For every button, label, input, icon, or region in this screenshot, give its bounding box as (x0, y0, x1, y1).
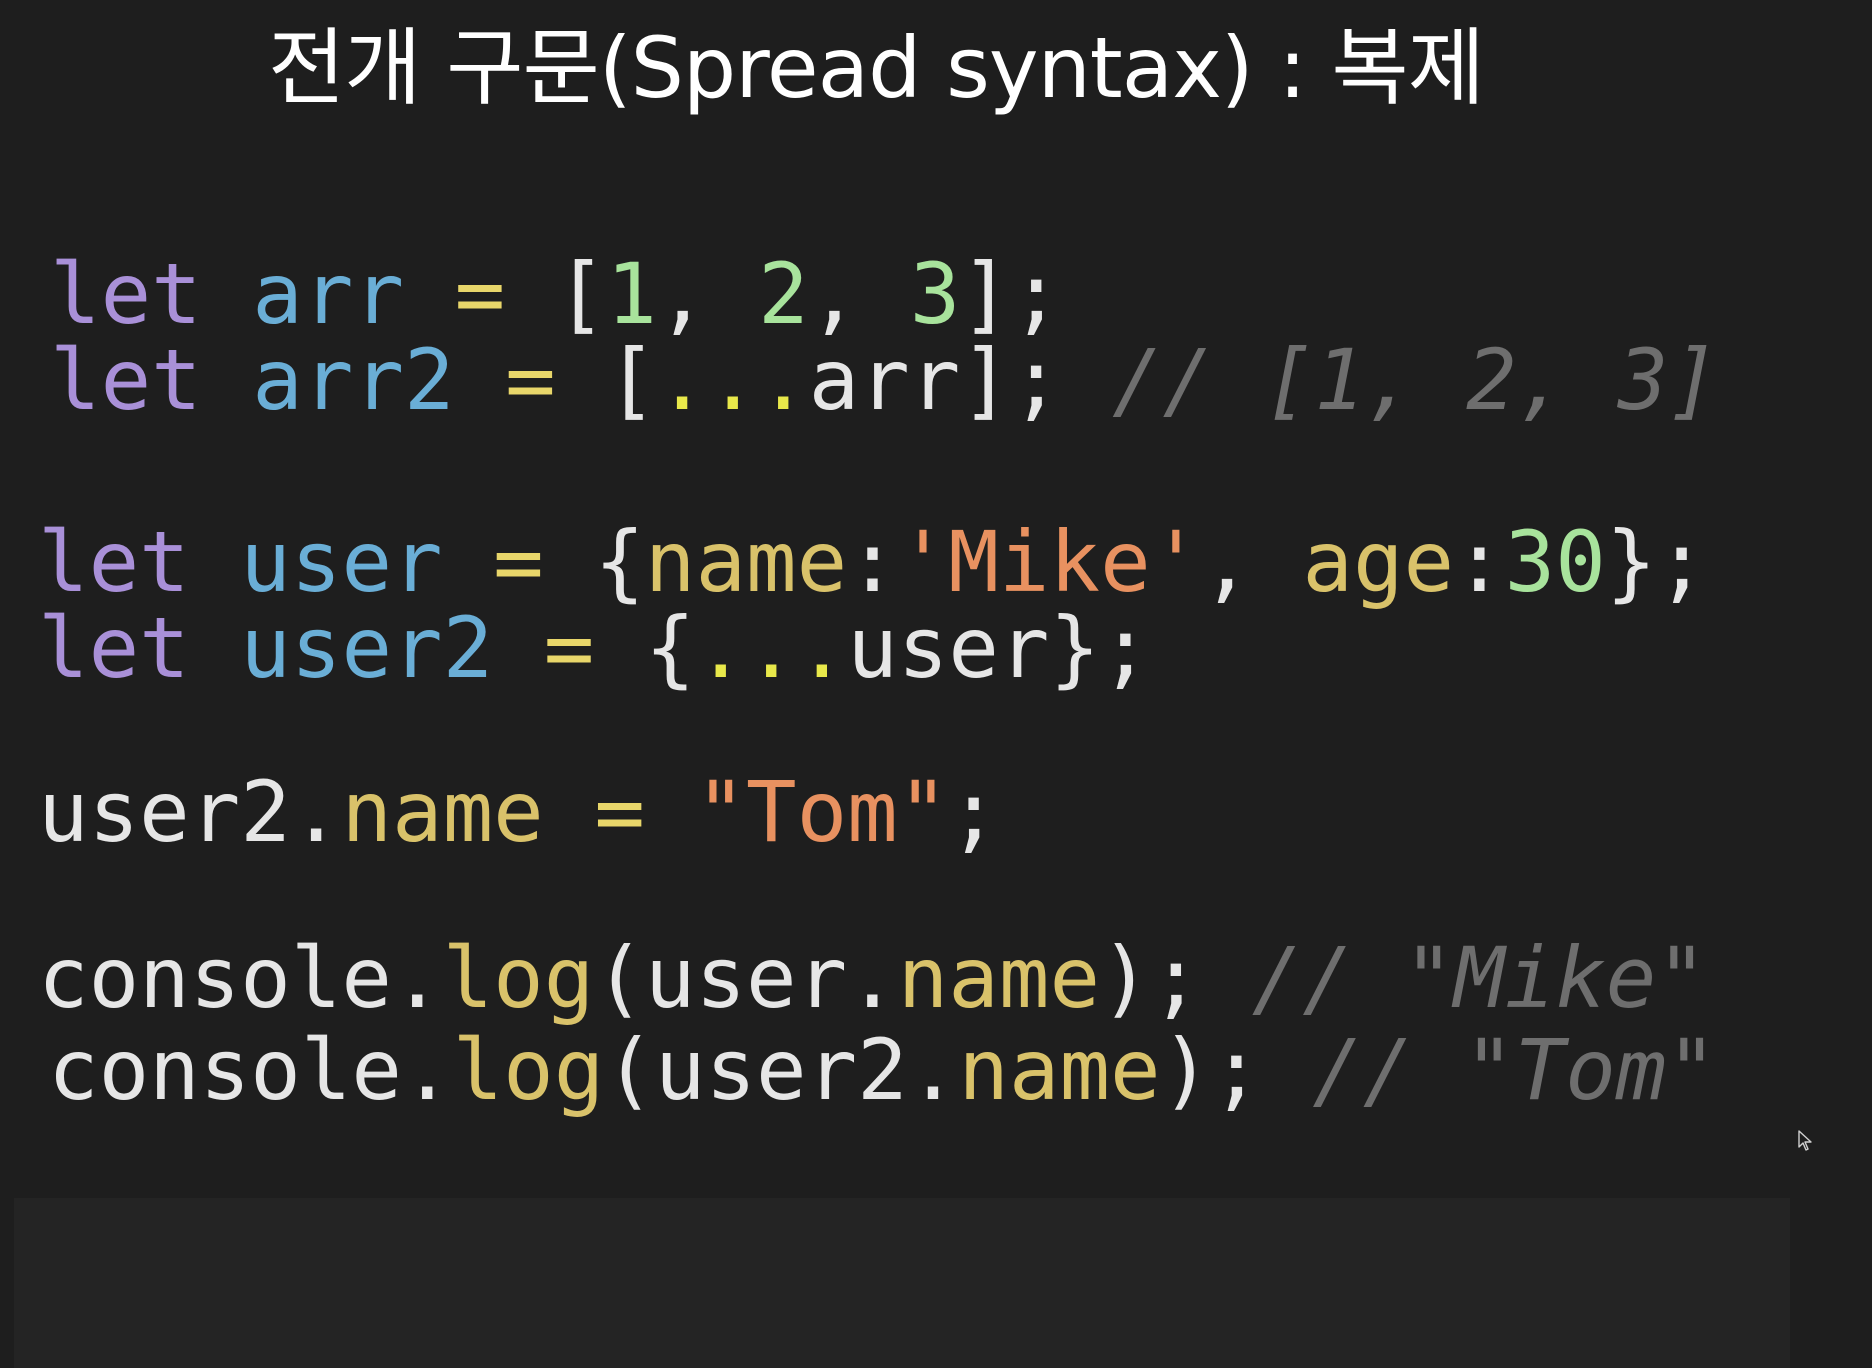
colon: : (847, 513, 898, 611)
keyword-let: let (38, 513, 190, 611)
key-name: name (644, 513, 848, 611)
code-line-5: user2.name = "Tom"; (38, 770, 999, 854)
call-args: (user. (594, 929, 898, 1027)
reference-arr: arr (808, 331, 961, 429)
object-user2: user2. (38, 763, 342, 861)
variable-user2: user2 (240, 599, 494, 697)
function-log: log (452, 1021, 605, 1119)
brace-open: { (594, 513, 645, 611)
bracket-close: ]; (960, 245, 1062, 343)
variable-arr: arr (252, 245, 405, 343)
brace-close: }; (1049, 599, 1151, 697)
spread-operator: ... (656, 331, 809, 429)
assign-operator: = (454, 245, 506, 343)
spread-operator: ... (695, 599, 848, 697)
comma: , (808, 245, 910, 343)
code-line-7: console.log(user2.name); // "Tom" (48, 1028, 1717, 1112)
brace-close: }; (1605, 513, 1707, 611)
assign-operator: = (493, 513, 544, 611)
call-close: ); (1100, 929, 1202, 1027)
comment: // "Tom" (1312, 1021, 1717, 1119)
key-age: age (1302, 513, 1455, 611)
object-console: console. (48, 1021, 453, 1119)
call-close: ); (1160, 1021, 1262, 1119)
current-line-highlight (14, 1198, 1790, 1368)
number-30: 30 (1504, 513, 1606, 611)
comma: , (1201, 513, 1303, 611)
semicolon: ; (948, 763, 999, 861)
bracket-open: [ (606, 331, 657, 429)
comment: // "Mike" (1251, 929, 1707, 1027)
brace-open: { (644, 599, 696, 697)
mouse-pointer-icon (1798, 1130, 1812, 1151)
keyword-let: let (50, 245, 202, 343)
assign-operator: = (594, 763, 645, 861)
call-args: (user2. (604, 1021, 959, 1119)
code-line-2: let arr2 = [...arr]; // [1, 2, 3] (50, 338, 1719, 422)
bracket-close: ]; (960, 331, 1062, 429)
keyword-let: let (50, 331, 202, 429)
string-tom: "Tom" (695, 763, 949, 861)
code-line-4: let user2 = {...user}; (38, 606, 1151, 690)
property-name: name (341, 763, 544, 861)
colon: : (1454, 513, 1505, 611)
string-mike: 'Mike' (897, 513, 1202, 611)
property-name: name (958, 1021, 1161, 1119)
assign-operator: = (505, 331, 556, 429)
code-line-6: console.log(user.name); // "Mike" (38, 936, 1707, 1020)
comment: // [1, 2, 3] (1112, 331, 1719, 429)
comma: , (656, 245, 759, 343)
bracket-open: [ (555, 245, 607, 343)
number-2: 2 (758, 245, 809, 343)
property-name: name (897, 929, 1101, 1027)
object-console: console. (38, 929, 443, 1027)
code-line-1: let arr = [1, 2, 3]; (50, 252, 1062, 336)
reference-user: user (847, 599, 1050, 697)
keyword-let: let (38, 599, 190, 697)
code-line-3: let user = {name:'Mike', age:30}; (38, 520, 1707, 604)
variable-user: user (240, 513, 443, 611)
variable-arr2: arr2 (252, 331, 455, 429)
number-3: 3 (909, 245, 961, 343)
function-log: log (442, 929, 595, 1027)
number-1: 1 (606, 245, 657, 343)
slide-title: 전개 구문(Spread syntax) : 복제 (268, 19, 1485, 117)
assign-operator: = (543, 599, 595, 697)
